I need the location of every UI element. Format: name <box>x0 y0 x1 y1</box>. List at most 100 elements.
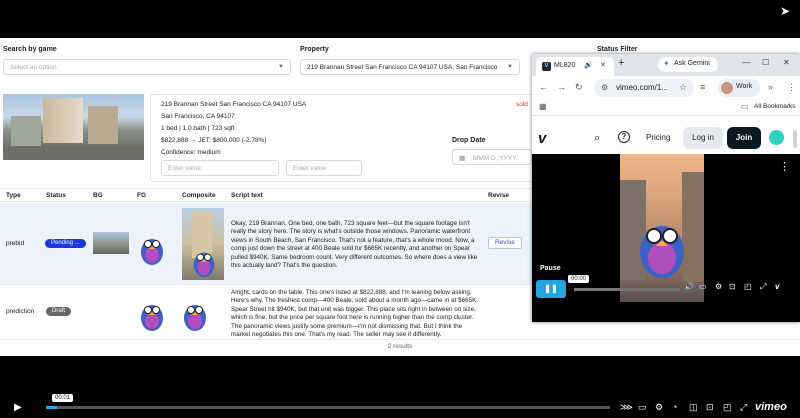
smiley-icon[interactable] <box>769 130 784 145</box>
col-composite: Composite <box>182 192 216 199</box>
search-icon[interactable]: ⌕ <box>594 132 600 145</box>
speed-icon[interactable]: ◔ <box>672 402 677 412</box>
pigeon-fg-thumbnail <box>141 239 163 265</box>
avatar <box>721 82 733 94</box>
vimeo-logo-icon[interactable]: v <box>775 282 779 291</box>
col-fg: FG <box>137 192 147 199</box>
value-input-1[interactable]: Enter value <box>161 160 279 176</box>
captions-icon[interactable]: ▭ <box>699 282 707 291</box>
hd-icon[interactable]: ◫ <box>689 402 698 413</box>
property-address: 219 Brannan Street San Francisco CA 9410… <box>161 101 307 108</box>
value-input-2-placeholder: Enter value <box>293 165 326 172</box>
settings-icon[interactable]: ⚙ <box>655 402 663 413</box>
media-icon[interactable]: ≡ <box>700 82 705 92</box>
pigeon-video <box>640 226 684 278</box>
property-label: Property <box>300 46 329 53</box>
drop-date-label: Drop Date <box>452 137 486 144</box>
pigeon-fg-thumbnail <box>141 305 163 331</box>
pip-icon[interactable]: ◰ <box>723 402 732 413</box>
back-icon[interactable]: ← <box>539 82 548 92</box>
composite-thumbnail <box>182 208 224 280</box>
col-bg: BG <box>93 192 103 199</box>
all-bookmarks-link[interactable]: All Bookmarks <box>754 103 796 110</box>
property-select[interactable]: 219 Brannan Street San Francisco CA 9410… <box>300 59 520 75</box>
status-badge: Pending ... <box>45 239 86 248</box>
status-badge: Draft <box>46 307 72 316</box>
row2-type: prediction <box>6 308 35 315</box>
vimeo-logo-icon[interactable]: v <box>538 130 546 147</box>
property-value: 219 Brannan Street San Francisco CA 9410… <box>307 64 498 71</box>
captions-icon[interactable]: ▭ <box>638 402 647 413</box>
property-beds: 1 bed | 1.0 bath | 723 sqft <box>161 125 235 132</box>
help-icon[interactable]: ? <box>618 131 630 143</box>
ask-gemini-button[interactable]: ✦ Ask Gemini <box>658 57 718 72</box>
speaker-icon[interactable]: 🔊 <box>584 61 593 69</box>
value-input-2[interactable]: Enter value <box>286 160 362 176</box>
pause-button[interactable]: ❚❚ <box>536 280 566 298</box>
mute-icon[interactable]: ⋙ <box>620 402 633 413</box>
fullscreen-icon[interactable]: ⤢ <box>740 402 747 413</box>
results-count: 2 results <box>387 343 413 350</box>
bottom-video-controls: ▶ 00:01 ⋙ ▭ ⚙ ◔ ◫ ⊡ ◰ ⤢ vimeo <box>0 356 800 418</box>
minimize-icon[interactable]: — <box>742 58 750 67</box>
tab-bar: V ML820 🔊 ✕ + ✦ Ask Gemini — ☐ ✕ <box>532 54 800 76</box>
vimeo-favicon-icon: V <box>542 62 551 71</box>
progress-bar[interactable] <box>574 288 680 291</box>
chevron-down-icon: ▼ <box>278 64 284 70</box>
row1-script-text: Okay, 219 Brannan. One bed, one bath, 72… <box>231 220 478 270</box>
address-bar[interactable]: ⚙ vimeo.com/1... ☆ <box>594 79 694 97</box>
site-info-icon: ⚙ <box>601 83 609 92</box>
reload-icon[interactable]: ↻ <box>575 82 583 93</box>
maximize-icon[interactable]: ☐ <box>762 58 769 67</box>
drop-date-placeholder: MMM D, YYYY <box>472 155 517 162</box>
vimeo-header: v ⌕ ? Pricing Log in Join <box>532 124 800 154</box>
vimeo-wordmark[interactable]: vimeo <box>755 401 787 413</box>
pricing-link[interactable]: Pricing <box>646 133 670 142</box>
game-filter-label: Search by game <box>3 46 57 53</box>
game-select-placeholder: Select an option <box>10 64 57 71</box>
calendar-icon: ▦ <box>459 155 467 162</box>
login-button[interactable]: Log in <box>683 127 723 149</box>
address-url: vimeo.com/1... <box>616 83 669 92</box>
time-tooltip: 00:00 <box>568 275 590 283</box>
forward-icon[interactable]: → <box>557 82 566 92</box>
bottom-time-tooltip: 00:01 <box>52 394 74 402</box>
ask-gemini-label: Ask Gemini <box>674 60 710 67</box>
property-city: San Francisco, CA 94107 <box>161 113 235 120</box>
cast-icon[interactable]: ⊡ <box>706 402 714 413</box>
scrollbar[interactable] <box>793 130 797 148</box>
new-tab-icon[interactable]: + <box>618 57 624 69</box>
close-icon[interactable]: ✕ <box>600 61 606 69</box>
property-confidence: Confidence: medium <box>161 149 221 156</box>
apps-grid-icon[interactable]: ▦ <box>539 102 547 111</box>
menu-dots-icon[interactable]: ⋮ <box>787 82 796 93</box>
gemini-spark-icon: ✦ <box>663 59 670 68</box>
settings-icon[interactable]: ⚙ <box>715 282 722 291</box>
more-options-icon[interactable]: ⋮ <box>779 160 790 173</box>
pip-icon[interactable]: ◰ <box>744 282 752 291</box>
tab-title: ML820 <box>554 62 576 69</box>
paper-plane-icon[interactable]: ➤ <box>778 4 792 18</box>
bookmark-star-icon[interactable]: ☆ <box>679 82 687 93</box>
col-status: Status <box>46 192 66 199</box>
bottom-progress-bar[interactable] <box>46 406 610 409</box>
video-frame <box>620 154 704 302</box>
status-filter-label: Status Filter <box>597 46 638 53</box>
bookmarks-bar: ▦ ▭ All Bookmarks <box>532 100 800 116</box>
col-script: Script text <box>231 192 263 199</box>
progress-fill <box>46 406 58 409</box>
drop-date-input[interactable]: ▦ MMM D, YYYY <box>452 149 532 165</box>
video-player[interactable]: ⋮ Pause ❚❚ 00:00 🔊 ▭ ⚙ ⊡ ◰ ⤢ v <box>532 154 800 322</box>
volume-icon[interactable]: 🔊 <box>684 282 694 291</box>
profile-chip[interactable]: Work <box>718 79 760 97</box>
close-window-icon[interactable]: ✕ <box>783 58 790 67</box>
fullscreen-icon[interactable]: ⤢ <box>760 282 766 292</box>
extensions-icon[interactable]: » <box>768 82 773 92</box>
cast-icon[interactable]: ⊡ <box>729 282 736 291</box>
browser-tab[interactable]: V ML820 🔊 ✕ <box>536 57 614 76</box>
revise-button[interactable]: Revise <box>488 237 522 249</box>
play-icon[interactable]: ▶ <box>14 402 22 413</box>
pigeon-composite <box>184 305 206 331</box>
join-button[interactable]: Join <box>727 127 761 149</box>
game-select[interactable]: Select an option ▼ <box>3 59 291 75</box>
